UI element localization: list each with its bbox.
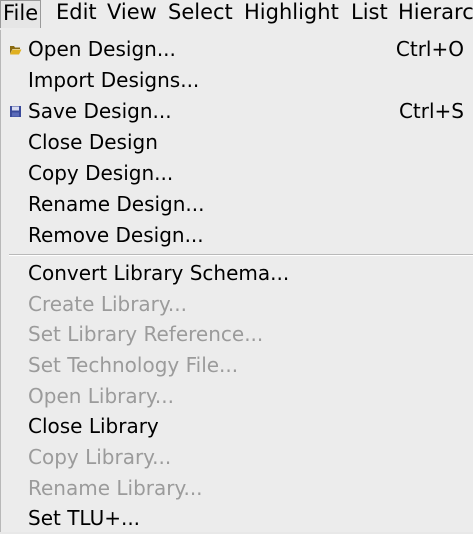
menu-highlight[interactable]: Highlight [244,0,339,27]
menu-item-set-tlu-plus[interactable]: Set TLU+... [1,503,473,534]
menu-item-shortcut: Ctrl+S [398,99,464,123]
menu-item-set-library-reference: Set Library Reference... [1,319,473,350]
menu-item-close-design[interactable]: Close Design [1,127,473,158]
menu-item-label: Convert Library Schema... [28,261,290,285]
menu-item-label: Copy Library... [28,445,172,469]
menu-item-label: Close Design [28,130,158,154]
menu-select[interactable]: Select [168,0,233,27]
menu-item-rename-design[interactable]: Rename Design... [1,189,473,220]
menu-item-rename-library: Rename Library... [1,473,473,504]
menu-item-copy-design[interactable]: Copy Design... [1,158,473,189]
menu-item-label: Set TLU+... [28,506,141,530]
menu-item-label: Rename Library... [28,476,203,500]
menu-item-copy-library: Copy Library... [1,442,473,473]
menu-item-label: Rename Design... [28,192,205,216]
menu-item-label: Set Library Reference... [28,322,264,346]
menu-bar: File Edit View Select Highlight List Hie… [0,0,473,31]
floppy-disk-icon [10,106,21,117]
menu-view[interactable]: View [107,0,157,27]
menu-file[interactable]: File [0,0,42,28]
menu-item-remove-design[interactable]: Remove Design... [1,220,473,251]
menu-item-convert-library-schema[interactable]: Convert Library Schema... [1,258,473,289]
menu-list[interactable]: List [351,0,388,27]
menu-item-save-design[interactable]: Save Design... Ctrl+S [1,96,473,127]
menu-item-label: Import Designs... [28,68,200,92]
menu-edit[interactable]: Edit [56,0,97,27]
menu-item-open-design[interactable]: Open Design... Ctrl+O [1,34,473,65]
menu-item-open-library: Open Library... [1,381,473,412]
menu-item-label: Copy Design... [28,161,174,185]
menu-item-label: Remove Design... [28,223,204,247]
file-menu-dropdown: Open Design... Ctrl+O Import Designs... … [0,30,473,532]
menu-item-set-technology-file: Set Technology File... [1,350,473,381]
menu-item-create-library: Create Library... [1,289,473,320]
menu-item-label: Close Library [28,414,159,438]
menu-item-label: Create Library... [28,292,187,316]
menu-hierarchy[interactable]: Hierarc [398,0,473,27]
menu-item-label: Open Library... [28,384,174,408]
menu-item-close-library[interactable]: Close Library [1,411,473,442]
menu-item-label: Open Design... [28,37,176,61]
menu-item-shortcut: Ctrl+O [395,37,464,61]
menu-item-import-designs[interactable]: Import Designs... [1,65,473,96]
menu-item-label: Set Technology File... [28,353,239,377]
folder-open-icon [10,46,22,55]
menu-item-label: Save Design... [28,99,172,123]
menu-separator [9,254,473,256]
